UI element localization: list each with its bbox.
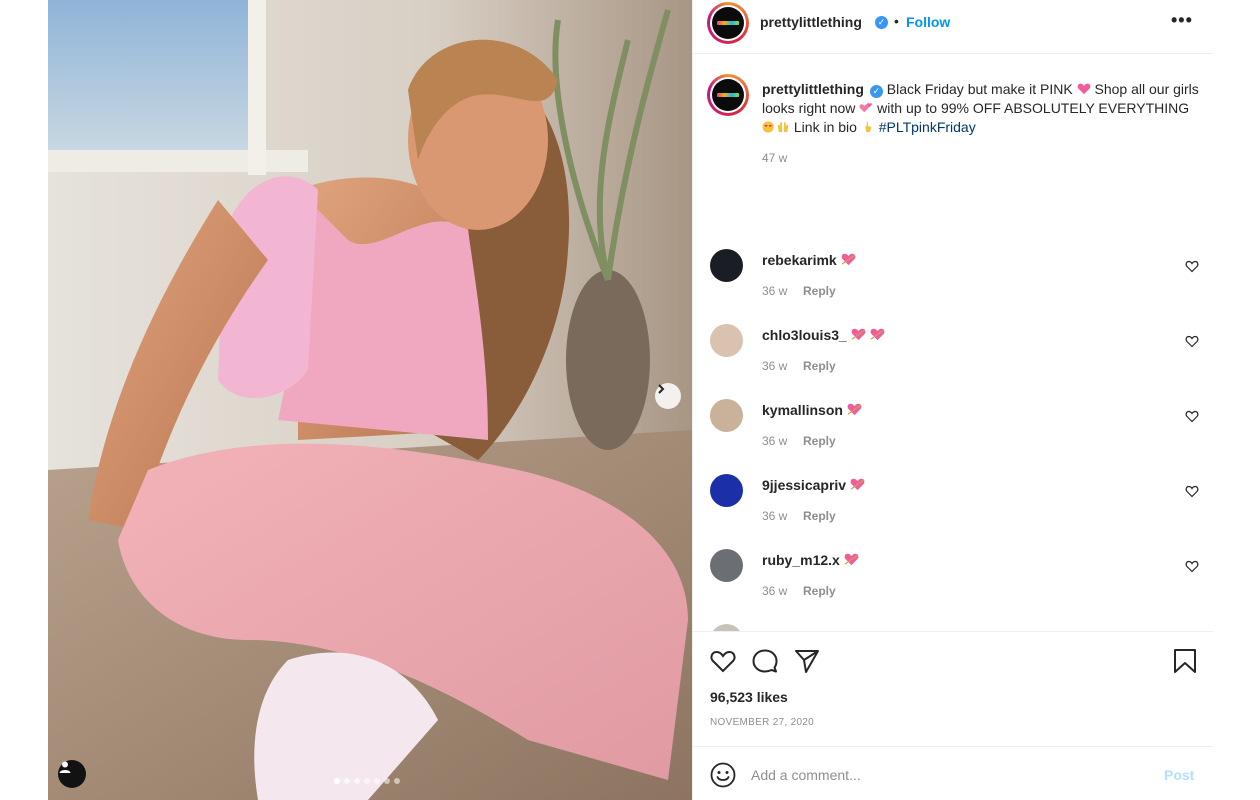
like-heart-icon[interactable] [709, 647, 737, 675]
add-comment-bar: Post [693, 746, 1213, 800]
caption-part-4: Link in bio [793, 119, 857, 135]
post-image-illustration [48, 0, 692, 800]
comment-item: rebekarimk 36 w Reply [693, 240, 1213, 310]
brand-logo [717, 93, 739, 97]
share-paper-plane-icon[interactable] [793, 647, 821, 675]
commenter-username-line: chlo3louis3_ [762, 327, 885, 343]
caption-hashtag-link[interactable]: #PLTpinkFriday [879, 119, 976, 135]
comment-input[interactable] [751, 762, 1131, 788]
commenter-username-line: 9jjessicapriv [762, 477, 865, 493]
comment-like-heart-icon[interactable] [1185, 559, 1199, 573]
commenter-username-line: ruby_m12.x [762, 552, 859, 568]
comment-like-heart-icon[interactable] [1185, 409, 1199, 423]
reply-button[interactable]: Reply [803, 359, 836, 373]
brand-logo [717, 21, 739, 25]
reply-button[interactable]: Reply [803, 284, 836, 298]
heart-with-arrow-icon [851, 328, 866, 341]
verified-badge-icon: ✓ [869, 85, 883, 98]
tagged-users-button[interactable] [58, 760, 86, 788]
commenter-username[interactable]: ruby_m12.x [762, 552, 840, 568]
pointing-up-icon [865, 121, 872, 133]
caption-part-3: with up to 99% OFF ABSOLUTELY EVERYTHING [877, 100, 1190, 116]
comment-bubble-icon[interactable] [751, 647, 779, 675]
post-header: prettylittlething ✓ • Follow ••• [693, 0, 1213, 54]
save-bookmark-icon[interactable] [1171, 647, 1199, 675]
caption-timestamp[interactable]: 47 w [762, 151, 787, 165]
raising-hands-icon [777, 121, 789, 133]
carousel-dot [354, 778, 360, 784]
caption-author-avatar[interactable] [707, 74, 749, 116]
post-side-panel: prettylittlething ✓ • Follow ••• prettyl… [692, 0, 1213, 800]
post-actions: 96,523 likes NOVEMBER 27, 2020 [693, 631, 1213, 746]
post-photo[interactable] [48, 0, 692, 800]
commenter-avatar[interactable] [710, 474, 743, 507]
caption-username[interactable]: prettylittlething [762, 81, 864, 97]
heart-with-arrow-icon [841, 253, 856, 266]
comment-item: kymallinson 36 w Reply [693, 390, 1213, 460]
commenter-username[interactable]: 9jjessicapriv [762, 477, 846, 493]
carousel-dot [384, 778, 390, 784]
author-username[interactable]: prettylittlething [760, 14, 862, 30]
user-tag-icon [59, 761, 71, 773]
separator-dot: • [894, 13, 899, 29]
caption-part-1: Black Friday but make it PINK [886, 81, 1073, 97]
follow-button[interactable]: Follow [906, 14, 950, 30]
carousel-dot [374, 778, 380, 784]
comment-timestamp[interactable]: 36 w [762, 359, 787, 373]
commenter-avatar[interactable] [710, 399, 743, 432]
reply-button[interactable]: Reply [803, 434, 836, 448]
comment-item: 9jjessicapriv 36 w Reply [693, 465, 1213, 535]
comment-timestamp[interactable]: 36 w [762, 434, 787, 448]
more-options-icon[interactable]: ••• [1171, 10, 1193, 31]
chevron-right-icon [658, 384, 665, 394]
post-date[interactable]: NOVEMBER 27, 2020 [710, 717, 814, 728]
carousel-dot [334, 778, 340, 784]
carousel-next-button[interactable] [655, 383, 681, 409]
comment-like-heart-icon[interactable] [1185, 259, 1199, 273]
heart-with-arrow-icon [870, 328, 885, 341]
instagram-post-page: prettylittlething ✓ • Follow ••• prettyl… [0, 0, 1260, 800]
comment-like-heart-icon[interactable] [1185, 334, 1199, 348]
comment-like-heart-icon[interactable] [1185, 484, 1199, 498]
comment-item-partial [693, 615, 1213, 632]
comments-list[interactable]: rebekarimk 36 w Reply chlo3louis3_ 36 w Reply… [693, 240, 1213, 632]
comment-item: ruby_m12.x 36 w Reply [693, 540, 1213, 610]
commenter-username[interactable]: chlo3louis3_ [762, 327, 847, 343]
commenter-username-line: kymallinson [762, 402, 862, 418]
heart-with-arrow-icon [847, 403, 862, 416]
commenter-avatar[interactable] [710, 249, 743, 282]
commenter-username[interactable]: kymallinson [762, 402, 843, 418]
heart-with-arrow-icon [850, 478, 865, 491]
comment-item: chlo3louis3_ 36 w Reply [693, 315, 1213, 385]
carousel-indicator [334, 778, 400, 784]
commenter-username-line: rebekarimk [762, 252, 856, 268]
sparkling-heart-icon [1077, 83, 1090, 95]
heart-eyes-icon [762, 121, 774, 133]
comment-timestamp[interactable]: 36 w [762, 584, 787, 598]
emoji-smiley-icon[interactable] [710, 762, 736, 788]
heart-with-arrow-icon [844, 553, 859, 566]
commenter-avatar[interactable] [710, 549, 743, 582]
comment-timestamp[interactable]: 36 w [762, 509, 787, 523]
caption-text: prettylittlething ✓ Black Friday but make… [762, 80, 1202, 137]
comment-timestamp[interactable]: 36 w [762, 284, 787, 298]
carousel-dot [344, 778, 350, 784]
commenter-username[interactable]: rebekarimk [762, 252, 837, 268]
carousel-dot [364, 778, 370, 784]
reply-button[interactable]: Reply [803, 509, 836, 523]
reply-button[interactable]: Reply [803, 584, 836, 598]
verified-badge-icon: ✓ [875, 16, 888, 29]
like-count[interactable]: 96,523 likes [710, 689, 788, 705]
commenter-avatar[interactable] [710, 324, 743, 357]
carousel-dot [394, 778, 400, 784]
two-hearts-icon [859, 103, 873, 113]
author-avatar[interactable] [707, 2, 749, 44]
post-comment-button[interactable]: Post [1164, 767, 1194, 783]
